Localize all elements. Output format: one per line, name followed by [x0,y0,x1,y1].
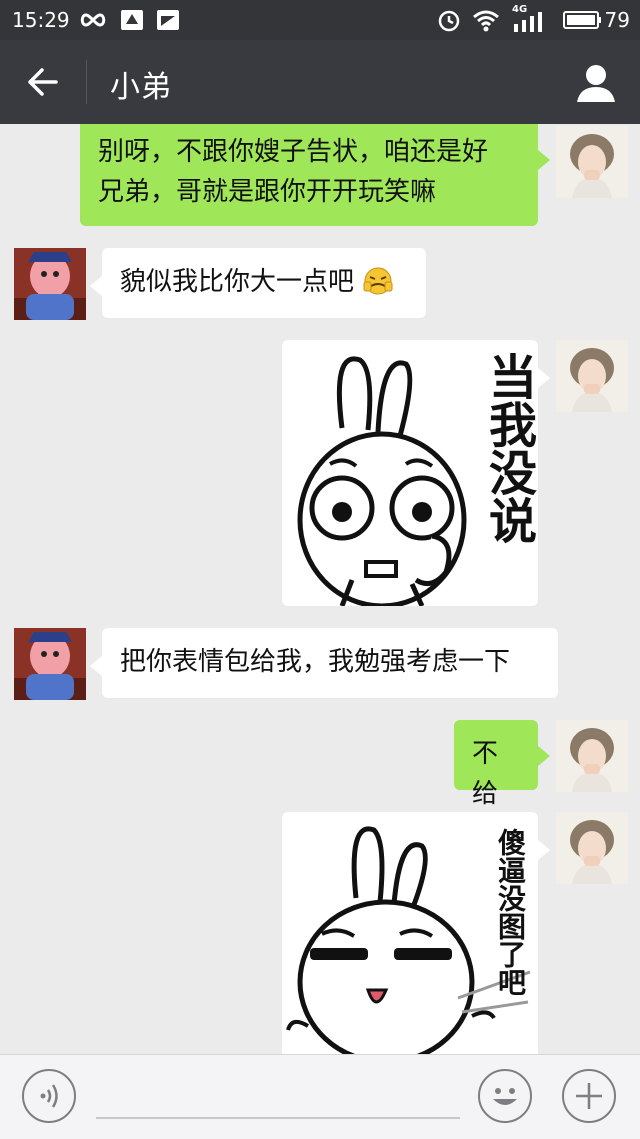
voice-icon [40,1084,58,1108]
contact-profile-icon[interactable] [574,60,618,104]
bubble-tail [538,368,550,388]
my-avatar[interactable] [556,812,628,884]
infinity-icon [80,13,106,27]
contact-avatar[interactable] [14,248,86,320]
sent-message-bubble[interactable]: 别呀，不跟你嫂子告状，咱还是好 兄弟，哥就是跟你开开玩笑嘛 [80,124,538,226]
plus-icon [576,1083,602,1109]
message-text: 把你表情包给我，我勉强考虑一下 [120,647,511,677]
bubble-tail [90,276,102,296]
battery-icon [563,11,601,29]
emoji-icon [363,267,393,295]
received-message-bubble[interactable]: 貌似我比你大一点吧 [102,248,426,318]
message-text-line: 兄弟，哥就是跟你开开玩笑嘛 [98,177,437,207]
bubble-tail [538,840,550,860]
message-notification-icon [157,10,179,30]
battery-level: 79 [604,8,630,32]
message-input[interactable] [96,1117,460,1119]
message-text: 貌似我比你大一点吧 [120,267,355,297]
sticker-caption: 傻逼没图了吧 [494,828,527,996]
my-avatar[interactable] [556,720,628,792]
bubble-tail [538,150,550,170]
status-bar: 15:29 4G 79 [0,0,640,40]
signal-icon [514,12,542,32]
bubble-tail [538,746,550,766]
alarm-icon [438,10,460,32]
chat-header: 小弟 [0,40,640,124]
message-text: 不给 [472,739,499,809]
sticker-message[interactable]: 当我没说 [282,340,538,606]
bubble-tail [90,656,102,676]
message-text-line: 别呀，不跟你嫂子告状，咱还是好 [98,137,489,167]
message-list[interactable]: 别呀，不跟你嫂子告状，咱还是好 兄弟，哥就是跟你开开玩笑嘛 貌似我比你大一点吧 [0,124,640,1054]
wifi-icon [473,10,499,32]
sticker-caption: 当我没说 [480,352,536,544]
status-time: 15:29 [12,8,70,32]
header-divider [86,60,87,104]
my-avatar[interactable] [556,340,628,412]
contact-avatar[interactable] [14,628,86,700]
received-message-bubble[interactable]: 把你表情包给我，我勉强考虑一下 [102,628,558,698]
emoji-button[interactable] [478,1069,532,1123]
my-avatar[interactable] [556,126,628,198]
sticker-message[interactable]: 傻逼没图了吧 [282,812,538,1054]
back-arrow-icon[interactable] [22,62,66,102]
voice-toggle-button[interactable] [22,1069,76,1123]
chat-title: 小弟 [110,70,172,105]
sent-message-bubble[interactable]: 不给 [454,720,538,809]
more-options-button[interactable] [562,1069,616,1123]
app-notification-icon [121,10,143,30]
smiley-icon [493,1088,517,1105]
input-bar [0,1054,640,1139]
